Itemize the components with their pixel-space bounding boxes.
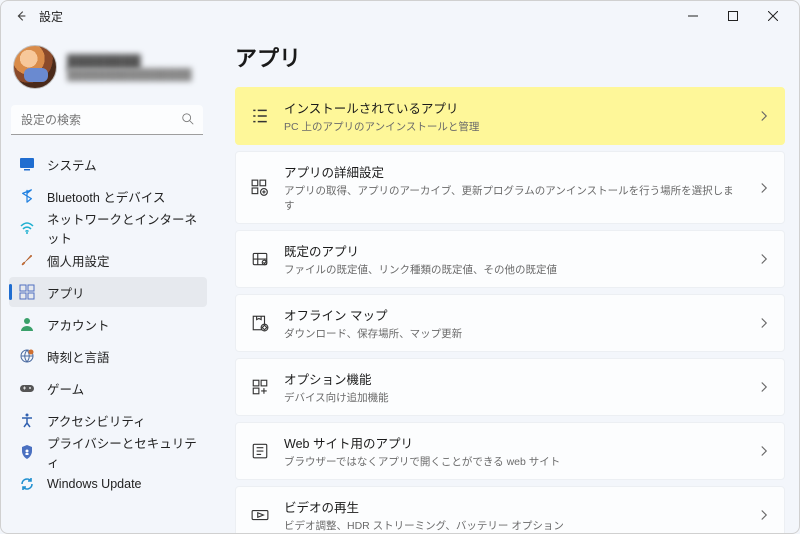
sidebar-item-10[interactable]: Windows Update <box>9 469 207 499</box>
card-title: Web サイト用のアプリ <box>284 433 744 452</box>
shield-icon <box>19 444 35 460</box>
profile-name: ████████ <box>67 54 192 69</box>
brush-icon <box>19 252 35 268</box>
back-button[interactable] <box>7 2 35 30</box>
access-icon <box>19 412 35 428</box>
settings-card-4[interactable]: オプション機能デバイス向け追加機能 <box>235 358 785 416</box>
profile-sub: ████████████████ <box>67 69 192 81</box>
sidebar-item-label: Windows Update <box>47 477 142 491</box>
sidebar-item-label: ネットワークとインターネット <box>47 209 197 247</box>
chevron-right-icon <box>758 509 770 521</box>
card-sub: ビデオ調整、HDR ストリーミング、バッテリー オプション <box>284 518 744 533</box>
settings-card-5[interactable]: Web サイト用のアプリブラウザーではなくアプリで開くことができる web サイ… <box>235 422 785 480</box>
search-icon <box>181 112 195 126</box>
search <box>11 105 203 135</box>
game-icon <box>19 380 35 396</box>
card-icon <box>250 249 270 269</box>
card-icon <box>250 441 270 461</box>
card-title: ビデオの再生 <box>284 497 744 516</box>
sidebar-item-5[interactable]: アカウント <box>9 309 207 339</box>
card-title: オフライン マップ <box>284 305 744 324</box>
sidebar-item-label: アプリ <box>47 283 85 302</box>
sidebar-item-9[interactable]: プライバシーとセキュリティ <box>9 437 207 467</box>
page-title: アプリ <box>235 41 785 73</box>
sidebar-item-6[interactable]: 時刻と言語 <box>9 341 207 371</box>
main: アプリ インストールされているアプリ PC 上のアプリのアンインストールと管理アプ… <box>211 31 799 533</box>
card-icon <box>250 505 270 525</box>
card-sub: ファイルの既定値、リンク種類の既定値、その他の既定値 <box>284 262 744 277</box>
card-sub: PC 上のアプリのアンインストールと管理 <box>284 119 744 134</box>
sidebar: ████████ ████████████████ システム Bluetooth … <box>1 31 211 533</box>
card-icon <box>250 377 270 397</box>
person-icon <box>19 316 35 332</box>
sidebar-item-0[interactable]: システム <box>9 149 207 179</box>
update-icon <box>19 476 35 492</box>
avatar <box>13 45 57 89</box>
sidebar-item-1[interactable]: Bluetooth とデバイス <box>9 181 207 211</box>
sidebar-item-3[interactable]: 個人用設定 <box>9 245 207 275</box>
card-title: オプション機能 <box>284 369 744 388</box>
settings-card-3[interactable]: オフライン マップダウンロード、保存場所、マップ更新 <box>235 294 785 352</box>
settings-card-2[interactable]: 既定のアプリファイルの既定値、リンク種類の既定値、その他の既定値 <box>235 230 785 288</box>
sidebar-item-2[interactable]: ネットワークとインターネット <box>9 213 207 243</box>
wifi-icon <box>19 220 35 236</box>
maximize-button[interactable] <box>713 2 753 30</box>
minimize-button[interactable] <box>673 2 713 30</box>
card-title: インストールされているアプリ <box>284 98 744 117</box>
chevron-right-icon <box>758 110 770 122</box>
chevron-right-icon <box>758 381 770 393</box>
sidebar-item-label: アカウント <box>47 315 110 334</box>
profile[interactable]: ████████ ████████████████ <box>9 39 207 103</box>
card-title: アプリの詳細設定 <box>284 162 744 181</box>
card-icon <box>250 178 270 198</box>
search-input[interactable] <box>11 105 203 135</box>
sidebar-item-label: アクセシビリティ <box>47 411 146 430</box>
sidebar-item-label: 時刻と言語 <box>47 347 110 366</box>
bt-icon <box>19 188 35 204</box>
window-title: 設定 <box>39 8 63 25</box>
sidebar-item-7[interactable]: ゲーム <box>9 373 207 403</box>
chevron-right-icon <box>758 182 770 194</box>
sidebar-item-label: ゲーム <box>47 379 84 398</box>
close-button[interactable] <box>753 2 793 30</box>
sidebar-item-label: 個人用設定 <box>47 251 110 270</box>
card-icon <box>250 106 270 126</box>
sidebar-item-8[interactable]: アクセシビリティ <box>9 405 207 435</box>
card-title: 既定のアプリ <box>284 241 744 260</box>
sidebar-item-label: プライバシーとセキュリティ <box>47 433 197 471</box>
💻-icon <box>19 156 35 172</box>
card-sub: ブラウザーではなくアプリで開くことができる web サイト <box>284 454 744 469</box>
grid-icon <box>19 284 35 300</box>
sidebar-item-label: Bluetooth とデバイス <box>47 187 165 206</box>
chevron-right-icon <box>758 253 770 265</box>
settings-card-6[interactable]: ビデオの再生ビデオ調整、HDR ストリーミング、バッテリー オプション <box>235 486 785 533</box>
settings-card-1[interactable]: アプリの詳細設定アプリの取得、アプリのアーカイブ、更新プログラムのアンインストー… <box>235 151 785 224</box>
card-sub: ダウンロード、保存場所、マップ更新 <box>284 326 744 341</box>
sidebar-item-4[interactable]: アプリ <box>9 277 207 307</box>
card-sub: デバイス向け追加機能 <box>284 390 744 405</box>
sidebar-item-label: システム <box>47 155 97 174</box>
card-sub: アプリの取得、アプリのアーカイブ、更新プログラムのアンインストールを行う場所を選… <box>284 183 744 213</box>
chevron-right-icon <box>758 317 770 329</box>
settings-card-0[interactable]: インストールされているアプリ PC 上のアプリのアンインストールと管理 <box>235 87 785 145</box>
chevron-right-icon <box>758 445 770 457</box>
titlebar: 設定 <box>1 1 799 31</box>
nav: システム Bluetooth とデバイスネットワークとインターネット個人用設定アプ… <box>9 149 207 499</box>
card-icon <box>250 313 270 333</box>
globe-icon <box>19 348 35 364</box>
